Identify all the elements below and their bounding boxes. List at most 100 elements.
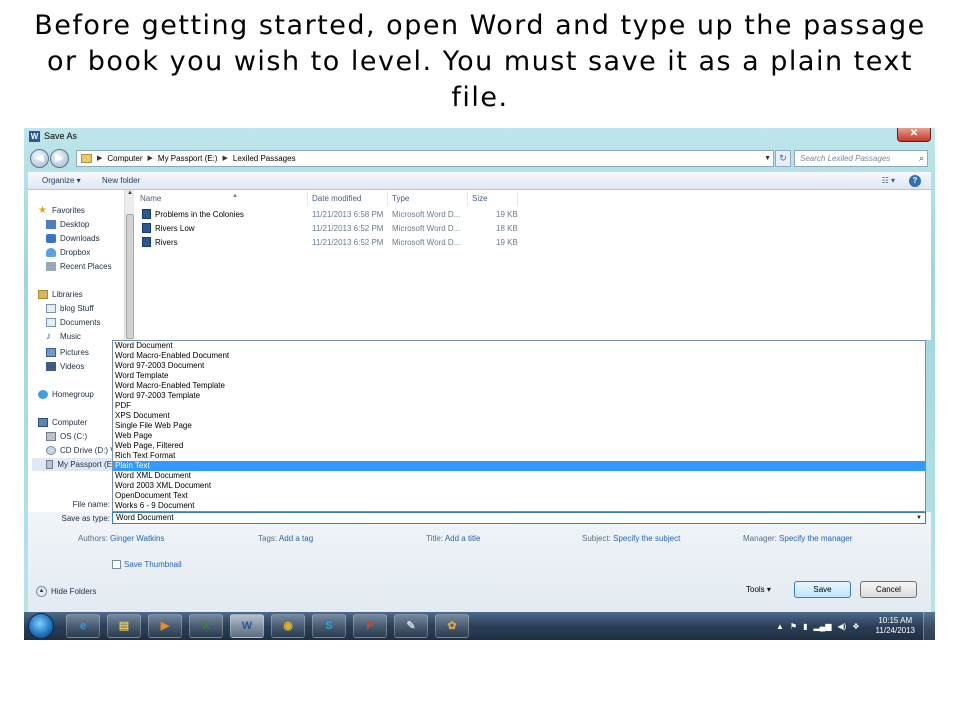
nav-videos[interactable]: Videos (46, 360, 84, 373)
nav-recent-places[interactable]: Recent Places (46, 260, 112, 273)
taskbar-paint-icon[interactable]: ✿ (435, 614, 469, 638)
close-button[interactable]: ✕ (897, 128, 931, 142)
scrollbar-thumb[interactable] (126, 214, 134, 339)
save-as-type-select[interactable]: Word Document ▼ (112, 512, 926, 524)
file-type-option[interactable]: Web Page (113, 431, 925, 441)
nav-cd-drive[interactable]: CD Drive (D:) V (46, 444, 116, 457)
authors-value[interactable]: Ginger Watkins (110, 534, 164, 543)
forward-button[interactable]: ▶ (50, 149, 69, 168)
file-type-option[interactable]: Word XML Document (113, 471, 925, 481)
nav-desktop[interactable]: Desktop (46, 218, 89, 231)
nav-downloads[interactable]: Downloads (46, 232, 100, 245)
save-as-type-dropdown-list[interactable]: Word Document Word Macro-Enabled Documen… (112, 340, 926, 512)
column-name[interactable]: Name ▲ (136, 192, 308, 206)
organize-button[interactable]: Organize ▾ (42, 172, 81, 190)
battery-icon[interactable]: ▮ (803, 622, 807, 631)
refresh-button[interactable]: ↻ (775, 150, 791, 167)
manager-field[interactable]: Manager: Specify the manager (743, 534, 852, 543)
volume-icon[interactable]: ◀) (837, 622, 846, 631)
nav-pane-scrollbar[interactable]: ▲ (124, 190, 134, 340)
column-type[interactable]: Type (388, 192, 468, 206)
file-type: Microsoft Word D... (392, 224, 461, 233)
file-type-option-selected[interactable]: Plain Text (113, 461, 925, 471)
table-row[interactable]: Rivers 11/21/2013 6:52 PM Microsoft Word… (136, 236, 931, 250)
manager-value[interactable]: Specify the manager (779, 534, 852, 543)
tags-field[interactable]: Tags: Add a tag (258, 534, 313, 543)
hide-folders-button[interactable]: ▲ Hide Folders (36, 586, 96, 597)
address-bar[interactable]: ▶ Computer ▶ My Passport (E:) ▶ Lexiled … (76, 150, 774, 167)
help-icon[interactable]: ? (909, 175, 921, 187)
file-type-option[interactable]: PDF (113, 401, 925, 411)
computer-icon (38, 418, 48, 427)
flag-icon[interactable]: ⚑ (790, 622, 797, 631)
scroll-up-icon[interactable]: ▲ (125, 190, 135, 196)
taskbar-internet-explorer-icon[interactable]: e (66, 614, 100, 638)
file-type-option[interactable]: Single File Web Page (113, 421, 925, 431)
taskbar-skype-icon[interactable]: S (312, 614, 346, 638)
clock[interactable]: 10:15 AM 11/24/2013 (876, 616, 915, 636)
show-desktop-button[interactable] (923, 612, 935, 640)
column-date-modified[interactable]: Date modified (308, 192, 388, 206)
title-bar[interactable]: W Save As ✕ (24, 128, 935, 146)
file-type-option[interactable]: Works 6 - 9 Document (113, 501, 925, 511)
authors-field[interactable]: Authors: Ginger Watkins (78, 534, 164, 543)
subject-value[interactable]: Specify the subject (613, 534, 680, 543)
tags-value[interactable]: Add a tag (279, 534, 313, 543)
file-type-option[interactable]: Word 97-2003 Template (113, 391, 925, 401)
title-value[interactable]: Add a title (445, 534, 481, 543)
file-type-option[interactable]: Word Template (113, 371, 925, 381)
taskbar-app-icon[interactable]: ✎ (394, 614, 428, 638)
save-thumbnail-checkbox[interactable]: Save Thumbnail (112, 560, 182, 569)
subject-field[interactable]: Subject: Specify the subject (582, 534, 680, 543)
back-button[interactable]: ◀ (30, 149, 49, 168)
taskbar-excel-icon[interactable]: X (189, 614, 223, 638)
nav-libraries[interactable]: Libraries (38, 288, 83, 301)
homegroup-icon (38, 390, 48, 399)
file-type-option[interactable]: Word 97-2003 Document (113, 361, 925, 371)
network-icon[interactable]: ▂▄▆ (814, 622, 832, 631)
nav-computer[interactable]: Computer (38, 416, 87, 429)
file-type-option[interactable]: Rich Text Format (113, 451, 925, 461)
taskbar-word-icon[interactable]: W (230, 614, 264, 638)
file-type-option[interactable]: Web Page, Filtered (113, 441, 925, 451)
taskbar-file-explorer-icon[interactable]: ▤ (107, 614, 141, 638)
breadcrumb-my-passport[interactable]: My Passport (E:) (158, 151, 218, 166)
start-button[interactable] (28, 613, 54, 639)
dropbox-tray-icon[interactable]: ❖ (852, 622, 859, 631)
nav-blog-stuff[interactable]: blog Stuff (46, 302, 94, 315)
save-button[interactable]: Save (794, 581, 851, 598)
table-row[interactable]: Rivers Low 11/21/2013 6:52 PM Microsoft … (136, 222, 931, 236)
taskbar-media-player-icon[interactable]: ▶ (148, 614, 182, 638)
taskbar-chrome-icon[interactable]: ◉ (271, 614, 305, 638)
file-type-option[interactable]: XPS Document (113, 411, 925, 421)
chevron-down-icon[interactable]: ▼ (764, 151, 771, 166)
nav-homegroup[interactable]: Homegroup (38, 388, 94, 401)
breadcrumb-computer[interactable]: Computer (107, 151, 142, 166)
tools-button[interactable]: Tools ▾ (746, 585, 771, 594)
nav-pictures[interactable]: Pictures (46, 346, 89, 359)
file-type-option[interactable]: Word Document (113, 341, 925, 351)
nav-favorites[interactable]: ★ Favorites (38, 204, 85, 217)
column-size[interactable]: Size (468, 192, 518, 206)
nav-my-passport[interactable]: My Passport (E (32, 458, 112, 471)
file-type-option[interactable]: OpenDocument Text (113, 491, 925, 501)
file-type-option[interactable]: Word Macro-Enabled Document (113, 351, 925, 361)
checkbox-box[interactable] (112, 560, 121, 569)
file-type-option[interactable]: Word 2003 XML Document (113, 481, 925, 491)
file-type-option[interactable]: Word Macro-Enabled Template (113, 381, 925, 391)
breadcrumb-lexiled-passages[interactable]: Lexiled Passages (233, 151, 296, 166)
nav-documents[interactable]: Documents (46, 316, 100, 329)
cancel-button[interactable]: Cancel (860, 581, 917, 598)
show-hidden-icons-icon[interactable]: ▲ (776, 622, 784, 631)
chevron-down-icon[interactable]: ▼ (916, 513, 922, 523)
file-name: Problems in the Colonies (142, 208, 244, 222)
search-input[interactable]: Search Lexiled Passages ⌕ (794, 150, 928, 167)
nav-os-drive[interactable]: OS (C:) (46, 430, 87, 443)
new-folder-button[interactable]: New folder (102, 172, 140, 190)
nav-dropbox[interactable]: Dropbox (46, 246, 90, 259)
table-row[interactable]: Problems in the Colonies 11/21/2013 6:58… (136, 208, 931, 222)
title-field[interactable]: Title: Add a title (426, 534, 480, 543)
search-icon[interactable]: ⌕ (919, 151, 924, 166)
view-options-icon[interactable]: ☷ ▾ (882, 172, 895, 190)
taskbar-powerpoint-icon[interactable]: P (353, 614, 387, 638)
